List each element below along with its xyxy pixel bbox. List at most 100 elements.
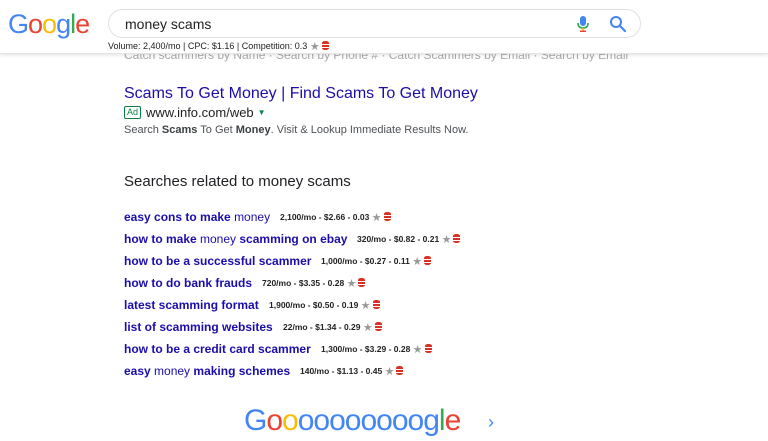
related-search-row: easy cons to make money 2,100/mo - $2.66 … [124, 210, 544, 226]
ad-badge: Ad [124, 106, 142, 119]
related-search-link[interactable]: list of scamming websites [124, 320, 273, 334]
ad-description: Search Scams To Get Money. Visit & Looku… [124, 124, 468, 136]
ad-url[interactable]: www.info.com/web [146, 105, 254, 120]
logo-letter: o [42, 9, 57, 39]
related-search-metrics: 22/mo - $1.34 - 0.29 ★ [283, 321, 382, 334]
related-search-text: money [234, 210, 271, 224]
related-search-text: how to do bank frauds [124, 276, 252, 290]
related-search-row: how to do bank frauds 720/mo - $3.35 - 0.… [124, 276, 544, 292]
metrics-text: 720/mo - $3.35 - 0.28 [262, 278, 347, 288]
pager-letter[interactable]: o [408, 404, 425, 437]
keyword-metrics-text: Volume: 2,400/mo | CPC: $1.16 | Competit… [108, 41, 308, 51]
next-page-chevron-icon[interactable]: › [488, 412, 494, 433]
search-input[interactable] [125, 14, 545, 34]
pager-letter[interactable]: o [266, 404, 283, 437]
related-search-link[interactable]: how to be a credit card scammer [124, 342, 311, 356]
database-icon[interactable] [321, 41, 329, 50]
related-search-text: how to be a successful scammer [124, 254, 312, 268]
related-search-row: latest scamming format 1,900/mo - $0.50 -… [124, 298, 544, 314]
caret-down-icon[interactable]: ▼ [258, 108, 266, 117]
related-search-link[interactable]: how to do bank frauds [124, 276, 252, 290]
related-search-metrics: 1,300/mo - $3.29 - 0.28 ★ [321, 343, 432, 356]
related-search-metrics: 1,000/mo - $0.27 - 0.11 ★ [321, 255, 432, 268]
related-search-link[interactable]: easy money making schemes [124, 364, 290, 378]
star-icon[interactable]: ★ [412, 256, 422, 268]
pagination-logo: Goooooooooogle [244, 404, 462, 438]
star-icon[interactable]: ★ [347, 278, 357, 290]
pager-letter[interactable]: G [244, 404, 267, 437]
metrics-text: 140/mo - $1.13 - 0.45 [300, 366, 385, 376]
metrics-text: 320/mo - $0.82 - 0.21 [357, 234, 442, 244]
pager-letter[interactable]: o [298, 404, 315, 437]
pager-letter[interactable]: o [329, 404, 346, 437]
related-search-text: easy cons to make [124, 210, 235, 224]
google-logo[interactable]: Google [8, 9, 90, 39]
metrics-text: 2,100/mo - $2.66 - 0.03 [280, 212, 372, 222]
logo-letter: G [8, 9, 29, 39]
related-search-text: how to be a credit card scammer [124, 342, 311, 356]
logo-letter: e [75, 9, 90, 39]
related-search-text: scamming on ebay [236, 232, 348, 246]
microphone-icon[interactable] [576, 16, 590, 32]
database-icon[interactable] [424, 344, 432, 353]
related-search-link[interactable]: easy cons to make money [124, 210, 270, 224]
ad-description-part: . Visit & Lookup Immediate Results Now. [270, 124, 469, 136]
related-search-row: easy money making schemes 140/mo - $1.13 … [124, 364, 544, 380]
search-box[interactable] [108, 9, 641, 38]
metrics-text: 1,900/mo - $0.50 - 0.19 [269, 300, 361, 310]
related-search-text: how to make [124, 232, 201, 246]
database-icon[interactable] [396, 366, 404, 375]
related-search-row: how to be a successful scammer 1,000/mo -… [124, 254, 544, 270]
related-search-text: latest scamming format [124, 298, 259, 312]
pager-letter[interactable]: o [313, 404, 330, 437]
star-icon[interactable]: ★ [310, 41, 320, 53]
ad-url-row: Ad www.info.com/web ▼ [124, 105, 266, 120]
related-search-metrics: 140/mo - $1.13 - 0.45 ★ [300, 365, 404, 378]
related-search-link[interactable]: how to make money scamming on ebay [124, 232, 347, 246]
database-icon[interactable] [372, 300, 380, 309]
metrics-text: 1,000/mo - $0.27 - 0.11 [321, 256, 413, 266]
metrics-text: 1,300/mo - $3.29 - 0.28 [321, 344, 413, 354]
star-icon[interactable]: ★ [361, 300, 371, 312]
search-header: Google Volume: 2,400/mo | CPC: $1.16 | C… [0, 0, 768, 54]
related-search-metrics: 720/mo - $3.35 - 0.28 ★ [262, 277, 366, 290]
star-icon[interactable]: ★ [385, 366, 395, 378]
database-icon[interactable] [383, 212, 391, 221]
logo-letter: g [56, 9, 71, 39]
logo-letter: o [28, 9, 43, 39]
related-search-text: making schemes [190, 364, 291, 378]
star-icon[interactable]: ★ [413, 344, 423, 356]
related-search-link[interactable]: latest scamming format [124, 298, 259, 312]
database-icon[interactable] [374, 322, 382, 331]
database-icon[interactable] [424, 256, 432, 265]
ad-description-part: Search [124, 124, 162, 136]
magnifier-icon[interactable] [609, 15, 627, 33]
pager-letter[interactable]: o [376, 404, 393, 437]
related-search-text: money [200, 232, 237, 246]
related-search-text: money [154, 364, 191, 378]
related-search-link[interactable]: how to be a successful scammer [124, 254, 311, 268]
ad-description-part: To Get [197, 124, 236, 136]
pager-letter[interactable]: o [345, 404, 362, 437]
related-search-row: list of scamming websites 22/mo - $1.34 -… [124, 320, 544, 336]
pager-letter[interactable]: e [445, 404, 462, 437]
pager-letter[interactable]: o [360, 404, 377, 437]
related-searches-heading: Searches related to money scams [124, 173, 351, 190]
keyword-metrics-bar: Volume: 2,400/mo | CPC: $1.16 | Competit… [108, 40, 329, 53]
pager-letter[interactable]: g [423, 404, 440, 437]
related-search-metrics: 2,100/mo - $2.66 - 0.03 ★ [280, 211, 391, 224]
related-search-metrics: 1,900/mo - $0.50 - 0.19 ★ [269, 299, 380, 312]
related-search-row: how to make money scamming on ebay 320/mo… [124, 232, 544, 248]
related-search-text: list of scamming websites [124, 320, 273, 334]
star-icon[interactable]: ★ [372, 212, 382, 224]
pager-letter[interactable]: o [282, 404, 299, 437]
related-search-metrics: 320/mo - $0.82 - 0.21 ★ [357, 233, 461, 246]
ad-result-title[interactable]: Scams To Get Money | Find Scams To Get M… [124, 85, 478, 103]
database-icon[interactable] [358, 278, 366, 287]
star-icon[interactable]: ★ [363, 322, 373, 334]
ad-description-part: Money [235, 124, 271, 136]
related-search-row: how to be a credit card scammer 1,300/mo … [124, 342, 544, 358]
star-icon[interactable]: ★ [442, 234, 452, 246]
database-icon[interactable] [453, 234, 461, 243]
pager-letter[interactable]: o [392, 404, 409, 437]
